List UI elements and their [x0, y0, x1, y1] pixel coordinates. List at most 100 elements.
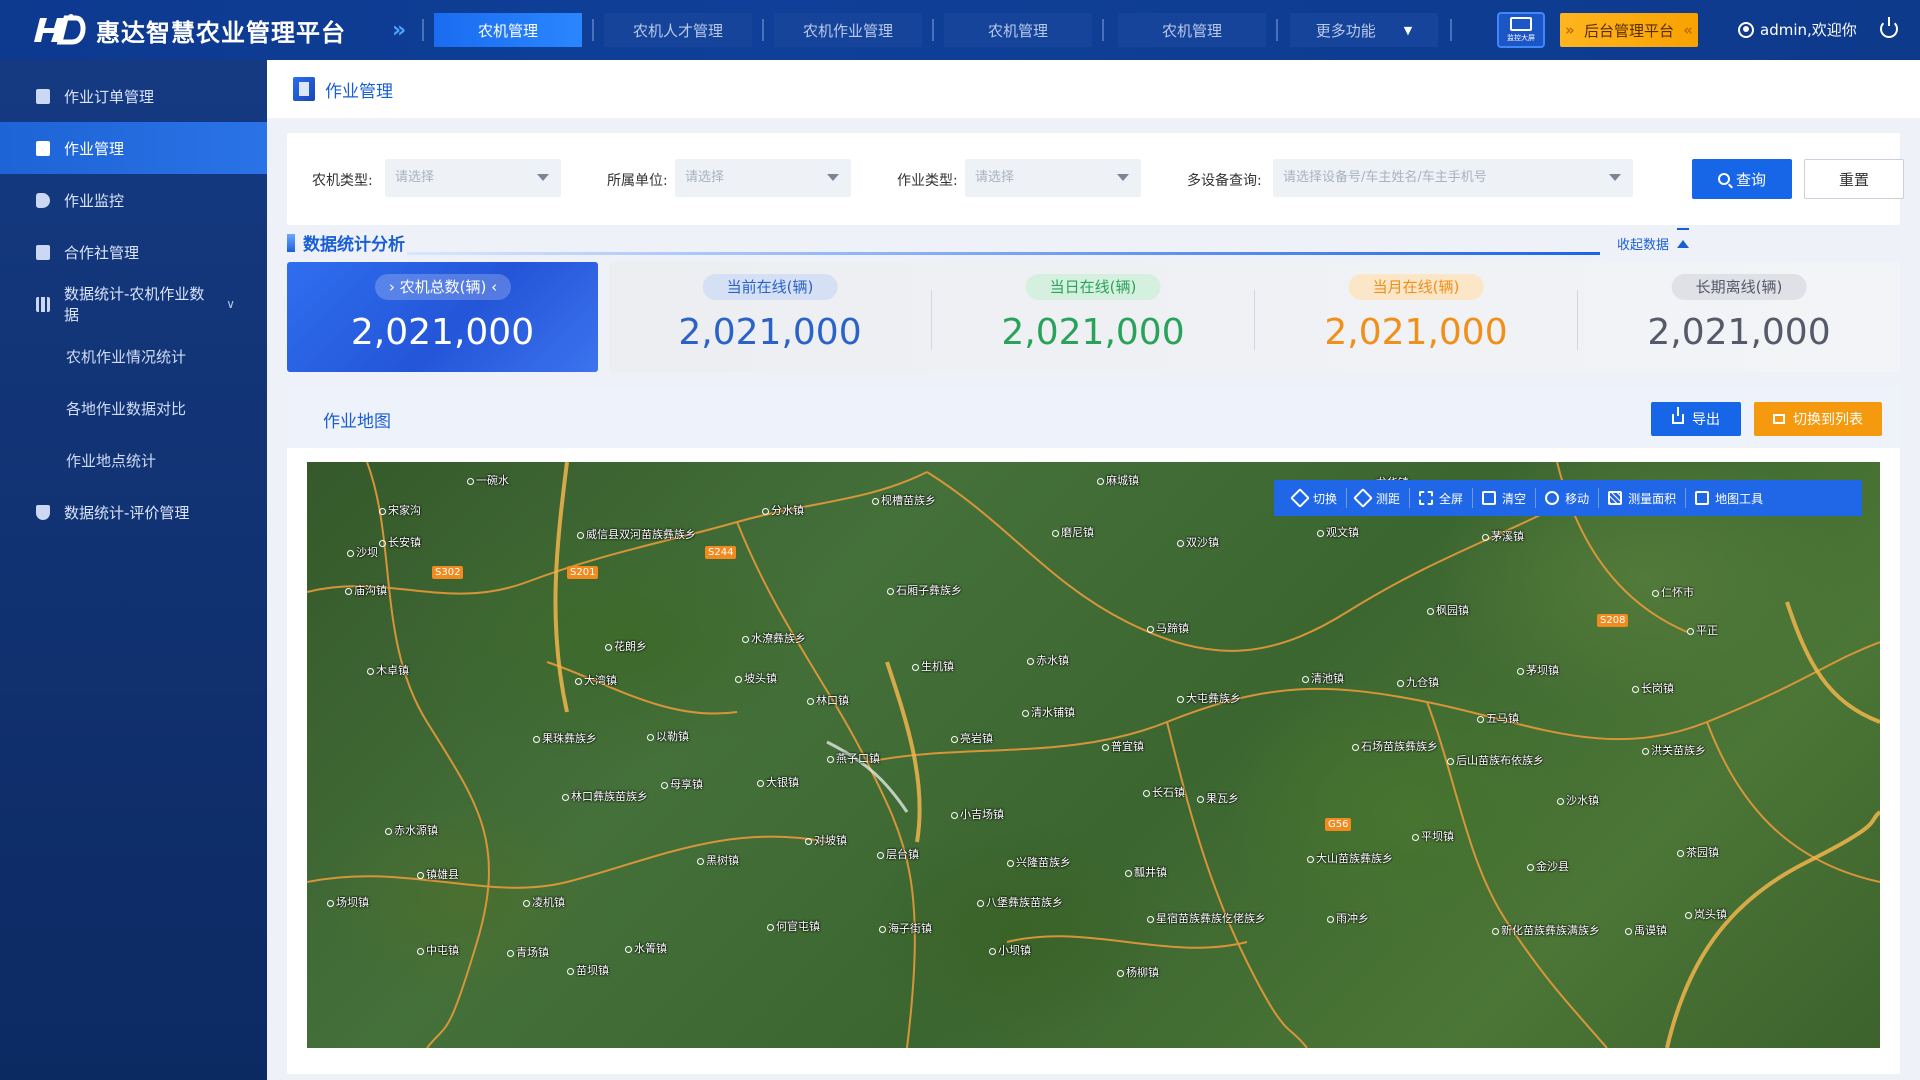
machine-type-select[interactable]: 请选择: [385, 159, 561, 197]
stats-section-header: 数据统计分析 收起数据: [287, 227, 1900, 258]
monitor-label: 监控大屏: [1507, 34, 1535, 42]
hd-logo-icon: [34, 14, 86, 45]
sidebar-subitem-machine-stats[interactable]: 农机作业情况统计: [0, 330, 267, 382]
map-place-label: 茅溪镇: [1482, 528, 1524, 544]
map-place-label: 大山苗族彝族乡: [1307, 850, 1393, 866]
map-tool-clear[interactable]: 清空: [1473, 488, 1537, 508]
nav-tab-operation[interactable]: 农机作业管理: [774, 13, 922, 47]
map-place-label: 麻城镇: [1097, 472, 1139, 488]
stat-card-total[interactable]: › 农机总数(辆) ‹ 2,021,000: [287, 262, 598, 372]
map-place-label: 凌机镇: [523, 894, 565, 910]
stat-value: 2,021,000: [1324, 312, 1508, 353]
map-place-label: 林口镇: [807, 692, 849, 708]
export-label: 导出: [1692, 412, 1720, 428]
sidebar-item-label: 作业管理: [64, 139, 125, 158]
caret-down-icon: ▼: [1403, 23, 1413, 37]
stat-label: 当月在线(辆): [1348, 274, 1484, 300]
map-place-label: 燕子口镇: [827, 750, 880, 766]
map-panel: 作业地图 导出 切换到列表 一碗水 宋家沟 沙坝 威信县双河苗族彝族乡 分水镇 …: [287, 386, 1900, 1074]
switch-to-list-button[interactable]: 切换到列表: [1754, 402, 1882, 436]
sidebar-item-evaluation[interactable]: 数据统计-评价管理: [0, 486, 267, 538]
nav-tab-talent[interactable]: 农机人才管理: [604, 13, 752, 47]
unit-select[interactable]: 请选择: [675, 159, 851, 197]
multi-device-placeholder: 请选择设备号/车主姓名/车主手机号: [1283, 170, 1487, 185]
power-icon[interactable]: [1880, 17, 1898, 38]
map-place-label: 花朗乡: [605, 638, 647, 654]
satellite-map[interactable]: 一碗水宋家沟沙坝威信县双河苗族彝族乡分水镇枧槽苗族乡麻城镇龙华镇磨尼镇观文镇双沙…: [307, 462, 1880, 1048]
stat-card-long-offline[interactable]: 长期离线(辆) 2,021,000: [1578, 262, 1900, 372]
collapse-label: 收起数据: [1617, 238, 1670, 253]
map-tool-move[interactable]: 移动: [1536, 488, 1600, 508]
map-place-label: 大湾镇: [575, 672, 617, 688]
nav-separator: [592, 19, 594, 41]
user-menu[interactable]: admin,欢迎你: [1738, 19, 1857, 40]
map-place-label: 仁怀市: [1652, 584, 1694, 600]
monitor-icon: [1510, 17, 1532, 31]
multi-device-select[interactable]: 请选择设备号/车主姓名/车主手机号: [1273, 159, 1633, 197]
filter-panel: 农机类型: 请选择 所属单位: 请选择 作业类型: 请选择 多设备查询: 请选择…: [287, 133, 1904, 225]
map-place-label: 杨柳镇: [1117, 964, 1159, 980]
road-number-badge: S302: [432, 566, 464, 579]
sidebar-item-statistics-machine[interactable]: 数据统计-农机作业数据 ∨: [0, 278, 267, 330]
reset-button[interactable]: 重置: [1804, 159, 1904, 199]
sidebar-item-work-orders[interactable]: 作业订单管理: [0, 70, 267, 122]
unit-placeholder: 请选择: [685, 170, 725, 185]
list-switch-icon: [1773, 414, 1785, 424]
map-place-label: 茶园镇: [1677, 844, 1719, 860]
monitor-screen-button[interactable]: 监控大屏: [1497, 12, 1545, 48]
map-place-label: 洪关苗族乡: [1642, 742, 1706, 758]
map-place-label: 新化苗族彝族满族乡: [1492, 922, 1600, 938]
map-place-label: 中屯镇: [417, 942, 459, 958]
map-place-label: 兴隆苗族乡: [1007, 854, 1071, 870]
sidebar-item-work-management[interactable]: 作业管理: [0, 122, 267, 174]
app-logo[interactable]: 惠达智慧农业管理平台: [30, 10, 346, 50]
stat-card-daily-online[interactable]: 当日在线(辆) 2,021,000: [932, 262, 1254, 372]
sidebar-item-cooperative[interactable]: 合作社管理: [0, 226, 267, 278]
work-type-label: 作业类型:: [897, 173, 958, 189]
map-place-label: 磨尼镇: [1052, 524, 1094, 540]
query-button[interactable]: 查询: [1692, 159, 1792, 199]
nav-expand-icon[interactable]: »: [392, 18, 406, 43]
map-place-label: 岚头镇: [1685, 906, 1727, 922]
map-tool-fullscreen[interactable]: 全屏: [1410, 488, 1474, 508]
map-tool-toolbox[interactable]: 地图工具: [1686, 488, 1772, 508]
map-tool-switch[interactable]: 切换: [1284, 488, 1348, 508]
sidebar-item-monitoring[interactable]: 作业监控: [0, 174, 267, 226]
trash-icon: [1482, 491, 1497, 505]
map-place-label: 八堡彝族苗族乡: [977, 894, 1063, 910]
map-place-label: 小吉场镇: [951, 806, 1004, 822]
sidebar-item-label: 各地作业数据对比: [66, 399, 187, 418]
road-number-badge: G56: [1325, 818, 1352, 831]
nav-tab-farm-machine-3[interactable]: 农机管理: [1118, 13, 1266, 47]
export-button[interactable]: 导出: [1651, 402, 1741, 436]
nav-tab-farm-machine[interactable]: 农机管理: [434, 13, 582, 47]
nav-tab-farm-machine-2[interactable]: 农机管理: [944, 13, 1092, 47]
work-type-placeholder: 请选择: [975, 170, 1015, 185]
admin-platform-button[interactable]: 后台管理平台: [1560, 13, 1698, 47]
nav-separator: [422, 19, 424, 41]
map-place-label: 石场苗族彝族乡: [1352, 738, 1438, 754]
tool-label: 切换: [1313, 491, 1338, 506]
map-place-label: 以勒镇: [647, 728, 689, 744]
sidebar-item-label: 作业订单管理: [64, 87, 155, 106]
stat-card-current-online[interactable]: 当前在线(辆) 2,021,000: [609, 262, 931, 372]
work-type-select[interactable]: 请选择: [965, 159, 1141, 197]
map-tool-measure-area[interactable]: 测量面积: [1599, 488, 1687, 508]
collapse-data-button[interactable]: 收起数据: [1617, 227, 1690, 253]
map-tool-measure-distance[interactable]: 测距: [1347, 488, 1411, 508]
ruler-icon: [1353, 488, 1373, 508]
map-place-label: 雨冲乡: [1327, 910, 1369, 926]
map-place-label: 赤水镇: [1027, 652, 1069, 668]
map-place-label: 何官屯镇: [767, 918, 820, 934]
map-place-label: 坡头镇: [735, 670, 777, 686]
page-header: 作业管理: [267, 60, 1920, 118]
nav-more-dropdown[interactable]: 更多功能 ▼: [1290, 13, 1438, 47]
map-place-label: 金沙县: [1527, 858, 1569, 874]
multi-device-label: 多设备查询:: [1187, 173, 1262, 189]
sidebar-subitem-location-stats[interactable]: 作业地点统计: [0, 434, 267, 486]
stat-value: 2,021,000: [1647, 312, 1831, 353]
stat-card-monthly-online[interactable]: 当月在线(辆) 2,021,000: [1255, 262, 1577, 372]
nav-separator: [1102, 19, 1104, 41]
sidebar-subitem-region-compare[interactable]: 各地作业数据对比: [0, 382, 267, 434]
sidebar-item-label: 数据统计-评价管理: [64, 503, 190, 522]
